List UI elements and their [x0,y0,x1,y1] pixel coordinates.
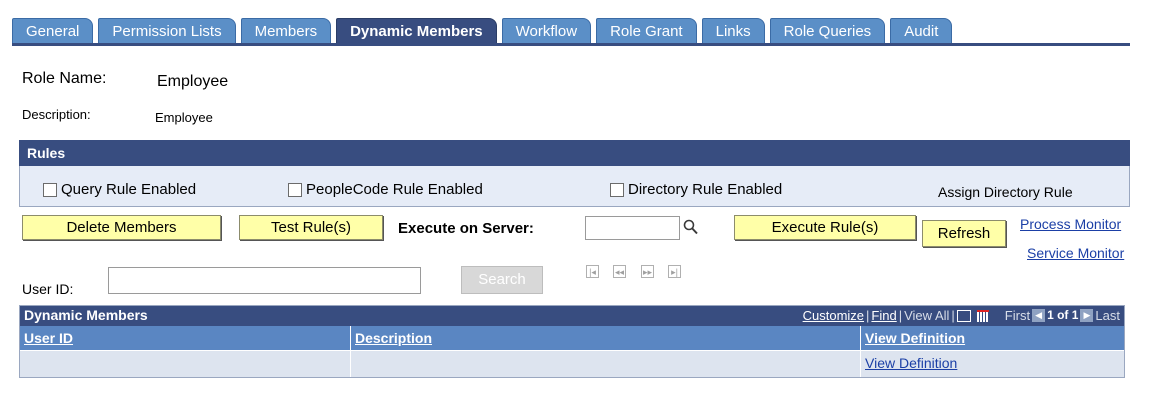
tab-dynamic-members[interactable]: Dynamic Members [336,18,497,43]
checkbox-box[interactable] [610,182,624,197]
tab-general[interactable]: General [12,18,94,43]
grid-toolbar: Customize | Find | View All | First ◀ 1 … [803,306,1120,325]
directory-rule-checkbox[interactable]: Directory Rule Enabled [610,181,782,198]
cell-description [351,351,861,377]
separator: | [866,308,870,323]
service-monitor-link[interactable]: Service Monitor [1027,245,1124,261]
cell-user-id [20,351,351,377]
search-button[interactable]: Search [461,266,543,294]
previous-page-icon[interactable]: ◂◂ [613,265,626,278]
description-value: Employee [155,110,213,125]
spreadsheet-icon[interactable] [976,309,989,322]
directory-rule-label: Directory Rule Enabled [628,181,783,198]
first-page-icon[interactable]: |◂ [586,265,599,278]
search-icon[interactable] [683,218,699,236]
tab-role-grant[interactable]: Role Grant [596,18,697,43]
query-rule-label: Query Rule Enabled [61,181,197,198]
last-page-icon[interactable]: ▸| [668,265,681,278]
tab-permission-lists[interactable]: Permission Lists [98,18,236,43]
process-monitor-link[interactable]: Process Monitor [1020,216,1121,232]
column-user-id[interactable]: User ID [20,326,351,350]
view-all-link[interactable]: View All [904,306,949,325]
user-id-label: User ID: [22,281,74,297]
last-label: Last [1095,308,1120,323]
checkbox-box[interactable] [288,182,302,197]
tab-bar: General Permission Lists Members Dynamic… [12,18,957,44]
tab-underline [12,43,1130,46]
tab-audit[interactable]: Audit [890,18,953,43]
column-view-definition[interactable]: View Definition [861,326,1124,350]
checkbox-box[interactable] [43,182,57,197]
first-label: First [1004,308,1031,323]
query-rule-checkbox[interactable]: Query Rule Enabled [43,181,196,198]
user-id-input[interactable] [108,267,421,294]
execute-rules-button[interactable]: Execute Rule(s) [734,215,916,240]
customize-link[interactable]: Customize [803,306,864,325]
tab-members[interactable]: Members [240,18,332,43]
execute-on-server-input[interactable] [585,216,680,240]
description-label: Description: [22,107,91,122]
execute-on-server-label: Execute on Server: [398,220,534,237]
next-row-icon[interactable]: ▶ [1080,309,1094,322]
role-name-label: Role Name: [22,70,107,87]
test-rules-button[interactable]: Test Rule(s) [239,215,383,240]
assign-directory-rule: Assign Directory Rule [938,184,1073,200]
next-page-icon[interactable]: ▸▸ [641,265,654,278]
view-definition-link[interactable]: View Definition [861,351,1124,377]
peoplecode-rule-checkbox[interactable]: PeopleCode Rule Enabled [288,181,483,198]
peoplecode-rule-label: PeopleCode Rule Enabled [306,181,483,198]
table-row: View Definition [20,350,1124,377]
delete-members-button[interactable]: Delete Members [22,215,221,240]
grid-title: Dynamic Members [24,307,148,323]
refresh-button[interactable]: Refresh [922,220,1006,247]
rules-header: Rules [19,140,1130,166]
page-info: 1 of 1 [1047,308,1079,322]
new-window-icon[interactable] [956,309,971,322]
grid-header: Dynamic Members Customize | Find | View … [20,306,1124,326]
role-name-value: Employee [157,73,229,90]
separator: | [898,308,903,323]
tab-role-queries[interactable]: Role Queries [769,18,886,43]
find-link[interactable]: Find [871,306,896,325]
tab-links[interactable]: Links [701,18,765,43]
dynamic-members-grid: Dynamic Members Customize | Find | View … [19,305,1125,378]
tab-workflow[interactable]: Workflow [501,18,592,43]
grid-column-headers: User ID Description View Definition [20,326,1124,350]
previous-row-icon[interactable]: ◀ [1032,309,1046,322]
column-description[interactable]: Description [351,326,861,350]
separator: | [951,308,955,323]
